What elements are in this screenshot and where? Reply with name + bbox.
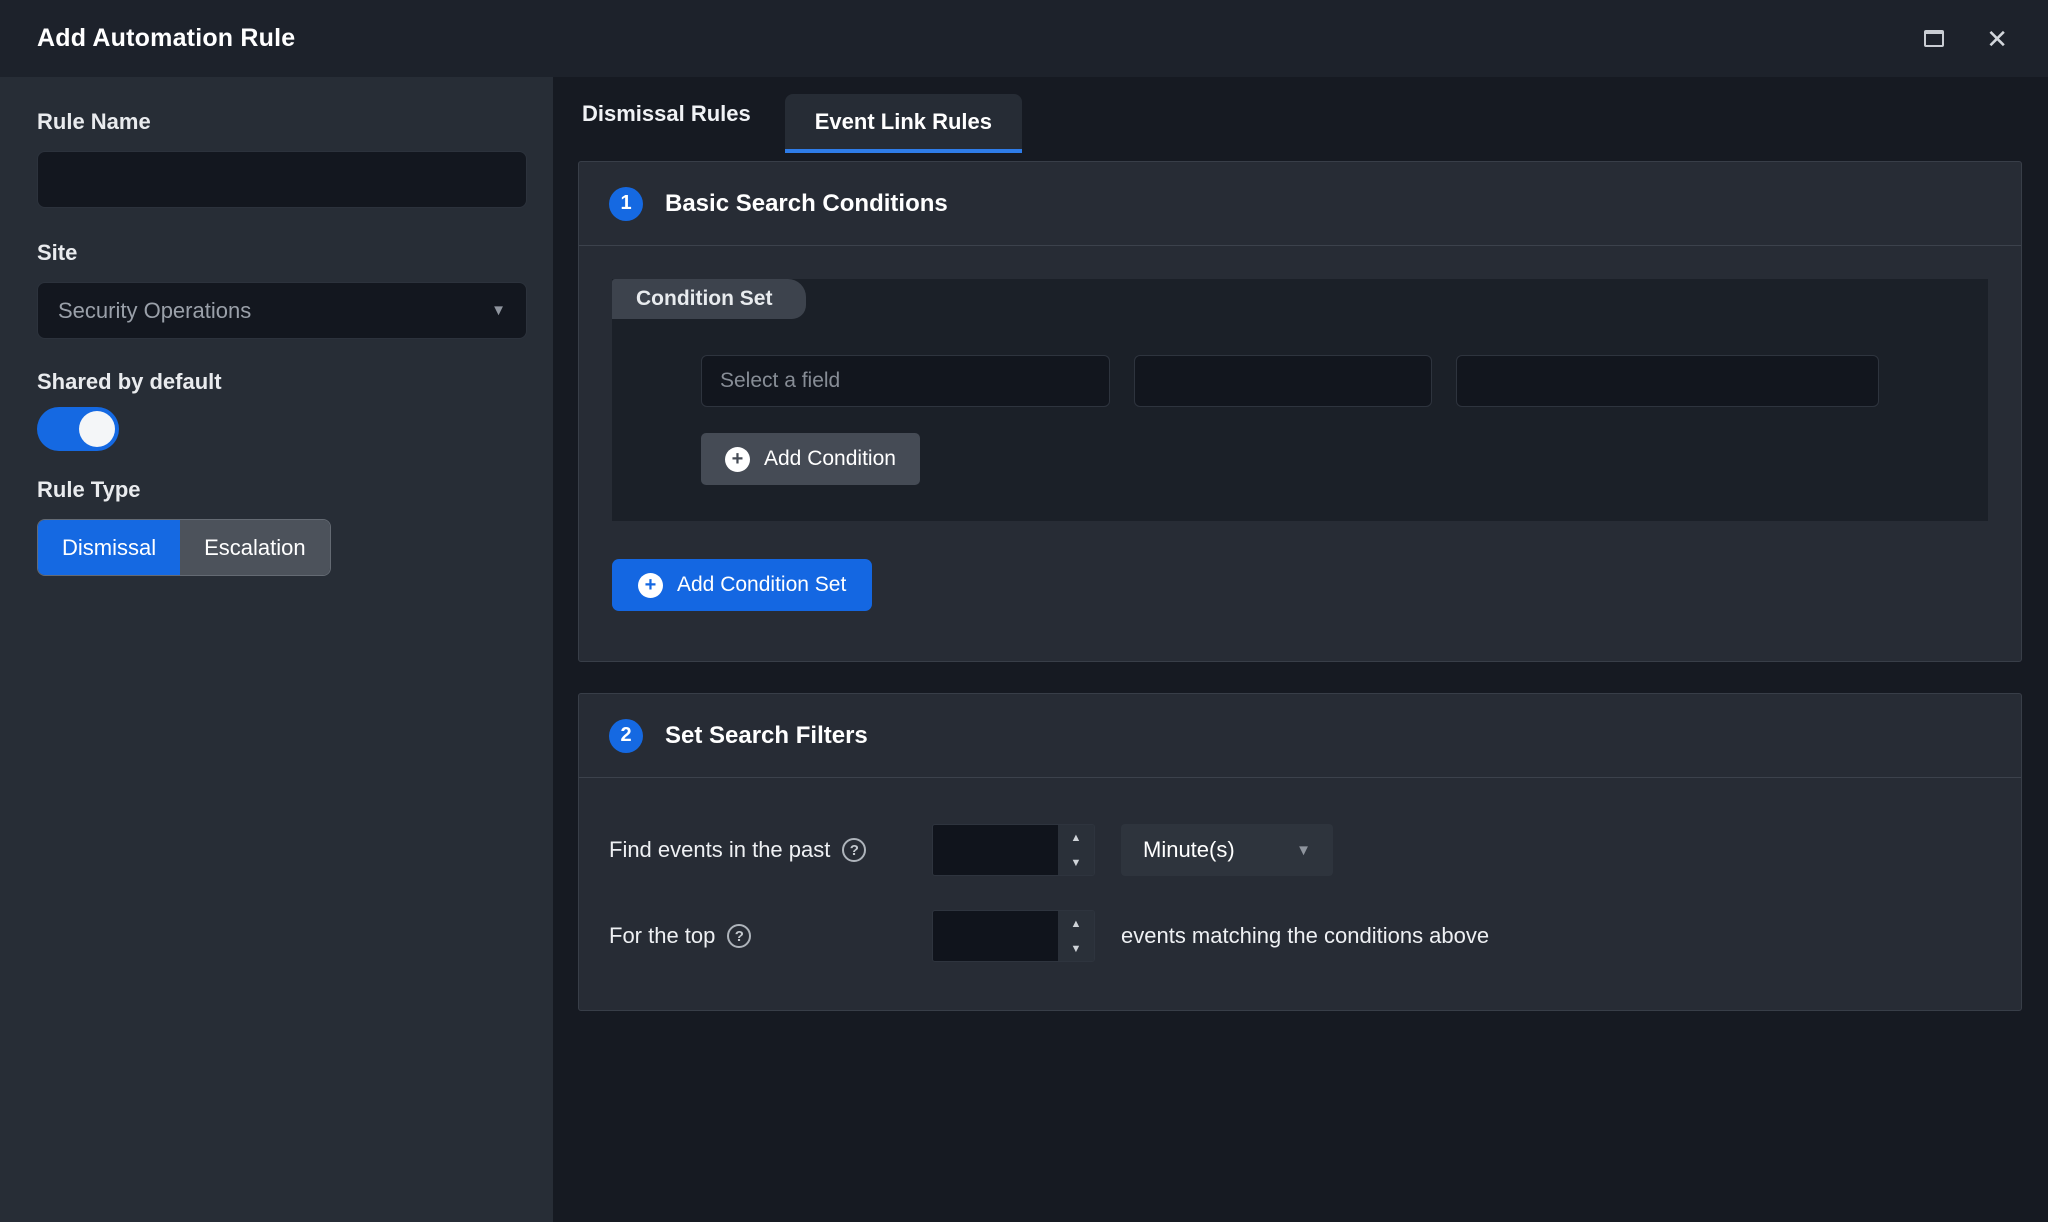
condition-set: Condition Set + Add Condition <box>612 279 1988 521</box>
plus-icon: + <box>725 447 750 472</box>
stepper-increment-icon[interactable]: ▲ <box>1058 825 1094 850</box>
sidebar: Rule Name Site Security Operations ▼ Sha… <box>0 77 553 1222</box>
help-icon[interactable]: ? <box>842 838 866 862</box>
stepper-decrement-icon[interactable]: ▼ <box>1058 936 1094 961</box>
set-search-filters-title: Set Search Filters <box>665 722 868 750</box>
site-select-value: Security Operations <box>58 298 251 324</box>
past-duration-stepper: ▲ ▼ <box>932 824 1095 876</box>
add-condition-set-button[interactable]: + Add Condition Set <box>612 559 872 611</box>
dialog-title: Add Automation Rule <box>37 24 295 53</box>
site-select[interactable]: Security Operations ▼ <box>37 282 527 339</box>
rule-name-input[interactable] <box>37 151 527 208</box>
site-label: Site <box>37 240 526 266</box>
tab-event-link-rules[interactable]: Event Link Rules <box>785 94 1022 153</box>
rule-type-label: Rule Type <box>37 477 526 503</box>
add-condition-label: Add Condition <box>764 447 896 471</box>
maximize-icon[interactable] <box>1924 30 1944 47</box>
titlebar: Add Automation Rule ✕ <box>0 0 2048 77</box>
time-unit-value: Minute(s) <box>1143 837 1235 863</box>
add-condition-set-label: Add Condition Set <box>677 573 846 597</box>
rule-type-option-escalation[interactable]: Escalation <box>180 520 330 575</box>
basic-search-conditions-panel: 1 Basic Search Conditions Condition Set … <box>578 161 2022 662</box>
top-events-label: For the top <box>609 923 715 949</box>
rule-name-label: Rule Name <box>37 109 526 135</box>
set-search-filters-panel: 2 Set Search Filters Find events in the … <box>578 693 2022 1011</box>
shared-by-default-label: Shared by default <box>37 369 526 395</box>
chevron-down-icon: ▼ <box>491 302 506 319</box>
top-events-row: For the top ? ▲ ▼ events matching the co… <box>609 910 1991 962</box>
rule-type-option-dismissal[interactable]: Dismissal <box>38 520 180 575</box>
basic-search-conditions-title: Basic Search Conditions <box>665 190 948 218</box>
condition-operator-input[interactable] <box>1134 355 1432 407</box>
chevron-down-icon: ▼ <box>1296 842 1311 859</box>
condition-field-select[interactable] <box>701 355 1110 407</box>
basic-search-conditions-body: Condition Set + Add Condition + <box>579 246 2021 661</box>
rule-type-segmented-control: Dismissal Escalation <box>37 519 331 576</box>
stepper-decrement-icon[interactable]: ▼ <box>1058 850 1094 875</box>
condition-set-tab-label: Condition Set <box>612 279 806 319</box>
stepper-increment-icon[interactable]: ▲ <box>1058 911 1094 936</box>
shared-by-default-toggle[interactable] <box>37 407 119 451</box>
add-automation-rule-dialog: Add Automation Rule ✕ Rule Name Site Sec… <box>0 0 2048 1222</box>
help-icon[interactable]: ? <box>727 924 751 948</box>
top-events-label-zone: For the top ? <box>609 923 912 949</box>
step-2-badge: 2 <box>609 719 643 753</box>
condition-value-input[interactable] <box>1456 355 1879 407</box>
basic-search-conditions-header: 1 Basic Search Conditions <box>579 162 2021 246</box>
plus-icon: + <box>638 573 663 598</box>
tab-dismissal-rules[interactable]: Dismissal Rules <box>578 101 755 127</box>
close-icon[interactable]: ✕ <box>1986 26 2008 52</box>
top-events-input[interactable] <box>933 911 1058 961</box>
rules-tabs: Dismissal Rules Event Link Rules <box>578 77 2022 153</box>
past-duration-input[interactable] <box>933 825 1058 875</box>
toggle-knob <box>79 411 115 447</box>
add-condition-button[interactable]: + Add Condition <box>701 433 920 485</box>
stepper-arrows: ▲ ▼ <box>1058 825 1094 875</box>
condition-row <box>701 355 1988 407</box>
find-events-label: Find events in the past <box>609 837 830 863</box>
window-controls: ✕ <box>1924 26 2008 52</box>
find-events-label-zone: Find events in the past ? <box>609 837 912 863</box>
top-events-stepper: ▲ ▼ <box>932 910 1095 962</box>
step-1-badge: 1 <box>609 187 643 221</box>
find-events-row: Find events in the past ? ▲ ▼ Minute(s) <box>609 824 1991 876</box>
set-search-filters-header: 2 Set Search Filters <box>579 694 2021 778</box>
stepper-arrows: ▲ ▼ <box>1058 911 1094 961</box>
time-unit-select[interactable]: Minute(s) ▼ <box>1121 824 1333 876</box>
dialog-content: Rule Name Site Security Operations ▼ Sha… <box>0 77 2048 1222</box>
main-area: Dismissal Rules Event Link Rules 1 Basic… <box>553 77 2048 1222</box>
top-events-suffix: events matching the conditions above <box>1121 923 1489 949</box>
set-search-filters-body: Find events in the past ? ▲ ▼ Minute(s) <box>579 778 2021 1010</box>
